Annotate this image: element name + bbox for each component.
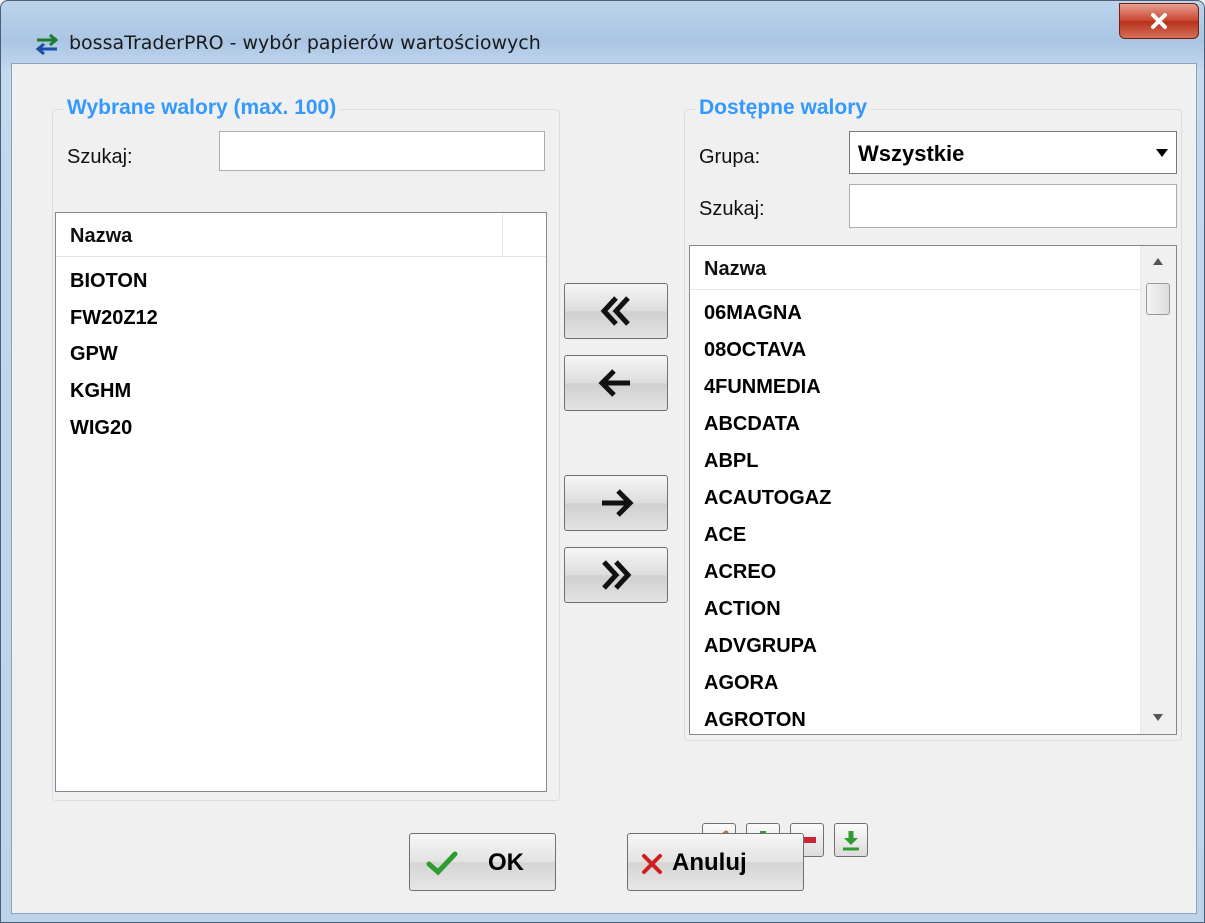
scroll-up-icon[interactable] [1153, 258, 1163, 265]
list-item[interactable]: AGORA [704, 672, 778, 695]
selected-securities-group: Wybrane walory (max. 100) Szukaj: Nazwa … [52, 96, 560, 801]
column-divider [502, 213, 503, 257]
group-select[interactable]: Wszystkie [849, 131, 1177, 174]
list-item[interactable]: 06MAGNA [704, 302, 802, 325]
arrow-right-icon [602, 489, 634, 517]
left-list-header[interactable]: Nazwa [56, 213, 546, 257]
list-item[interactable]: KGHM [70, 380, 131, 403]
selected-group-title: Wybrane walory (max. 100) [63, 96, 341, 120]
list-item[interactable]: ABPL [704, 450, 758, 473]
left-search-input[interactable] [219, 131, 545, 171]
list-item[interactable]: ACAUTOGAZ [704, 487, 831, 510]
ok-button-label: OK [488, 849, 524, 876]
swap-arrows-icon [35, 33, 59, 56]
list-item[interactable]: WIG20 [70, 417, 132, 440]
window-title: bossaTraderPRO - wybór papierów wartości… [69, 32, 541, 54]
available-group-title: Dostępne walory [695, 96, 872, 120]
list-item[interactable]: ABCDATA [704, 413, 800, 436]
checkmark-icon [426, 851, 458, 876]
list-item[interactable]: FW20Z12 [70, 307, 158, 330]
title-bar[interactable]: bossaTraderPRO - wybór papierów wartości… [1, 1, 1204, 63]
list-item[interactable]: 4FUNMEDIA [704, 376, 821, 399]
list-item[interactable]: ACTION [704, 598, 781, 621]
right-list-header[interactable]: Nazwa [690, 246, 1140, 290]
list-item[interactable]: 08OCTAVA [704, 339, 806, 362]
x-mark-icon [642, 854, 662, 874]
right-search-label: Szukaj: [699, 198, 765, 220]
move-right-button[interactable] [564, 475, 668, 531]
download-icon [843, 831, 859, 851]
scroll-thumb[interactable] [1146, 283, 1170, 315]
list-item[interactable]: GPW [70, 343, 118, 366]
double-chevron-right-icon [602, 560, 632, 590]
import-button[interactable] [834, 823, 868, 857]
chevron-down-icon[interactable] [1156, 149, 1168, 157]
scroll-down-icon[interactable] [1153, 714, 1163, 721]
list-item[interactable]: BIOTON [70, 270, 147, 293]
right-column-header-name[interactable]: Nazwa [704, 258, 766, 281]
ok-button[interactable]: OK [409, 833, 556, 891]
available-securities-list[interactable]: Nazwa 06MAGNA 08OCTAVA 4FUNMEDIA ABCDATA… [689, 245, 1177, 735]
move-left-button[interactable] [564, 355, 668, 411]
list-item[interactable]: AGROTON [704, 709, 806, 732]
cancel-button-label: Anuluj [672, 849, 747, 876]
double-chevron-left-icon [600, 296, 630, 326]
move-all-left-button[interactable] [564, 283, 668, 339]
close-icon [1151, 13, 1167, 29]
list-item[interactable]: ADVGRUPA [704, 635, 817, 658]
left-search-label: Szukaj: [67, 146, 133, 168]
group-label: Grupa: [699, 146, 761, 168]
vertical-scrollbar[interactable] [1140, 246, 1176, 734]
group-select-value: Wszystkie [858, 141, 965, 166]
cancel-button[interactable]: Anuluj [627, 833, 804, 891]
app-window: bossaTraderPRO - wybór papierów wartości… [0, 0, 1205, 923]
left-column-header-name[interactable]: Nazwa [70, 225, 132, 248]
selected-securities-list[interactable]: Nazwa BIOTON FW20Z12 GPW KGHM WIG20 [55, 212, 547, 792]
close-button[interactable] [1119, 3, 1199, 39]
list-item[interactable]: ACREO [704, 561, 776, 584]
dialog-body: Wybrane walory (max. 100) Szukaj: Nazwa … [11, 63, 1197, 914]
right-search-input[interactable] [849, 184, 1177, 228]
move-all-right-button[interactable] [564, 547, 668, 603]
list-item[interactable]: ACE [704, 524, 746, 547]
arrow-left-icon [598, 369, 630, 397]
available-securities-group: Dostępne walory Grupa: Wszystkie Szukaj:… [684, 96, 1182, 741]
